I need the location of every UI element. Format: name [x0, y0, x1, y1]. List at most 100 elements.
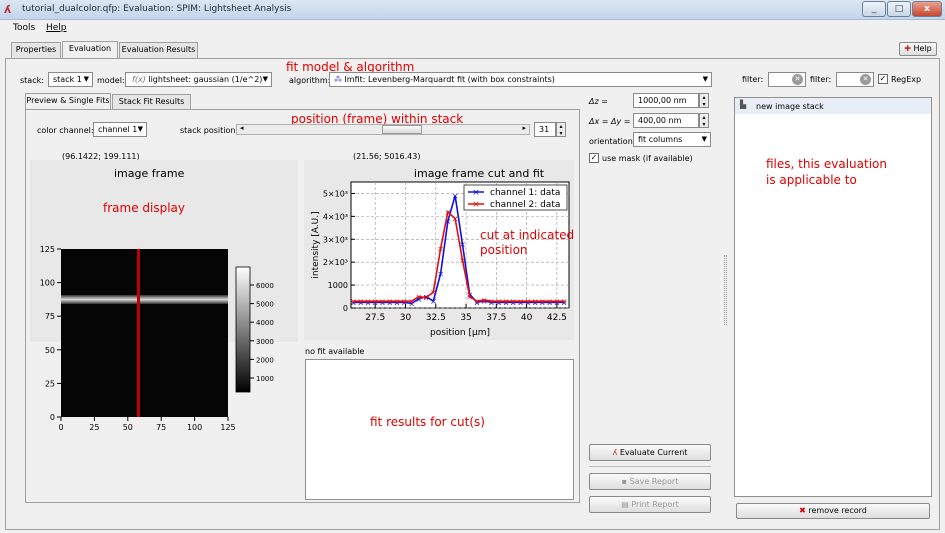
- evaluate-current-label: Evaluate Current: [619, 448, 688, 457]
- chevron-down-icon: ▼: [262, 75, 268, 83]
- data-point-ch2: ×: [524, 297, 531, 306]
- splitter-handle[interactable]: [724, 255, 727, 325]
- data-point-ch2: ×: [401, 297, 408, 306]
- evaluate-icon: ʎ: [612, 448, 618, 457]
- annotation-cut-line1: cut at indicated: [480, 228, 575, 242]
- model-label: model:: [97, 76, 125, 85]
- data-point-ch2: ×: [532, 297, 539, 306]
- algorithm-combo[interactable]: ⁂ lmfit: Levenberg-Marquardt fit (with b…: [329, 72, 712, 87]
- dz-input[interactable]: 1000,00 nm: [633, 93, 699, 108]
- data-point-ch2: ×: [437, 244, 444, 253]
- stack-label: stack:: [20, 76, 44, 85]
- colorbar-tick-label: 3000: [256, 338, 274, 346]
- image-y-tick-label: 50: [45, 346, 55, 355]
- dxy-spinner[interactable]: ▴ ▾: [699, 113, 709, 128]
- app-icon: ʎ: [4, 3, 12, 16]
- cut-chart[interactable]: image frame cut and fit × × × × × × × × ×× ××××××…: [304, 160, 574, 340]
- dz-label: Δz =: [589, 97, 608, 106]
- print-report-button[interactable]: ▤ Print Report: [589, 496, 711, 513]
- image-x-tick-label: 75: [156, 423, 166, 432]
- stack-combo[interactable]: stack 1 ▼: [48, 72, 93, 87]
- clear-filter-icon[interactable]: ✕: [792, 74, 803, 85]
- x-tick-label: 37.5: [486, 313, 506, 323]
- tab-stack-fit-results[interactable]: Stack Fit Results: [112, 94, 191, 109]
- menu-help[interactable]: Help: [46, 23, 67, 33]
- image-y-tick-label: 75: [45, 312, 55, 321]
- data-point-ch2: ×: [430, 288, 437, 297]
- legend-marker-ch2: ×: [472, 200, 480, 210]
- clear-filter-icon[interactable]: ✕: [860, 74, 871, 85]
- save-report-button[interactable]: ▪ Save Report: [589, 473, 711, 490]
- filter1-input[interactable]: ✕: [768, 72, 806, 87]
- image-x-tick-label: 50: [123, 423, 133, 432]
- data-point-ch2: ×: [517, 297, 524, 306]
- image-frame-plot[interactable]: 125 100 75 50 25 0 0 25 50 75 100 125 6000 5000 4000…: [30, 235, 275, 435]
- evaluate-current-button[interactable]: ʎ Evaluate Current: [589, 444, 711, 461]
- orientation-label: orientation:: [589, 137, 636, 146]
- data-point-ch2: ×: [539, 297, 546, 306]
- stack-icon: ▙: [740, 100, 747, 109]
- use-mask-checkbox[interactable]: ✓: [589, 153, 599, 163]
- cut-position-marker[interactable]: [137, 249, 140, 417]
- save-report-label: Save Report: [629, 477, 679, 486]
- x-axis-label: position [µm]: [430, 328, 490, 338]
- minimize-button[interactable]: _: [862, 1, 886, 17]
- data-point-ch2: ×: [394, 297, 401, 306]
- tab-evaluation[interactable]: Evaluation: [62, 41, 118, 58]
- maximize-button[interactable]: □: [887, 1, 911, 17]
- remove-record-button[interactable]: ✖ remove record: [736, 503, 930, 519]
- algorithm-label: algorithm:: [289, 76, 331, 85]
- dz-spinner[interactable]: ▴ ▾: [699, 93, 709, 108]
- data-point-ch2: ×: [481, 296, 488, 305]
- image-y-tick-label: 125: [40, 245, 55, 254]
- image-heatmap[interactable]: [61, 249, 228, 417]
- stack-position-input[interactable]: 31: [534, 122, 556, 137]
- data-point-ch1: ×: [437, 270, 444, 279]
- data-point-ch2: ×: [503, 297, 510, 306]
- model-value: lightsheet: gaussian (1/e^2): [148, 75, 263, 84]
- orientation-combo[interactable]: fit columns ▼: [633, 132, 711, 147]
- legend: × channel 1: data × channel 2: data: [463, 184, 568, 211]
- x-tick-label: 35: [460, 313, 471, 323]
- colorbar-tick-label: 2000: [256, 356, 274, 364]
- remove-icon: ✖: [799, 506, 806, 515]
- color-channel-label: color channel:: [37, 126, 94, 135]
- image-x-axis: 0 25 50 75 100 125: [58, 417, 236, 432]
- model-combo[interactable]: f(x) lightsheet: gaussian (1/e^2) ▼: [125, 72, 272, 87]
- data-point-ch2: ×: [546, 297, 553, 306]
- tab-properties[interactable]: Properties: [11, 42, 61, 58]
- data-point-ch1: ×: [452, 192, 459, 201]
- data-point-ch2: ×: [459, 256, 466, 265]
- annotation-fit-results: fit results for cut(s): [370, 415, 485, 429]
- image-y-tick-label: 25: [45, 379, 55, 388]
- stack-position-slider[interactable]: ◂ ▸: [236, 124, 530, 135]
- y-axis-label: intensity [A.U.]: [311, 211, 321, 278]
- slider-right-arrow-icon[interactable]: ▸: [522, 124, 526, 132]
- slider-handle[interactable]: [382, 125, 422, 134]
- tab-evaluation-results[interactable]: Evaluation Results: [119, 42, 198, 58]
- tab-preview-single-fits[interactable]: Preview & Single Fits: [25, 93, 111, 109]
- color-channel-combo[interactable]: channel 1 ▼: [93, 122, 147, 137]
- print-report-label: Print Report: [631, 500, 679, 509]
- algorithm-value: lmfit: Levenberg-Marquardt fit (with box…: [344, 75, 555, 84]
- menu-tools[interactable]: Tools: [13, 23, 35, 33]
- dxy-input[interactable]: 400,00 nm: [633, 113, 699, 128]
- legend-label-ch2: channel 2: data: [490, 200, 560, 210]
- slider-left-arrow-icon[interactable]: ◂: [240, 124, 244, 132]
- regexp-checkbox[interactable]: ✓: [878, 74, 888, 84]
- image-frame-title: image frame: [114, 167, 185, 180]
- help-button[interactable]: ✚ Help: [899, 42, 937, 56]
- filter2-input[interactable]: ✕: [836, 72, 874, 87]
- annotation-cut-line2: position: [480, 243, 528, 257]
- filter2-label: filter:: [810, 75, 832, 84]
- image-y-axis: 125 100 75 50 25 0: [40, 245, 61, 422]
- close-button[interactable]: x: [912, 1, 942, 17]
- y-tick-label: 3×10³: [323, 235, 348, 244]
- y-tick-label: 1000: [328, 281, 348, 290]
- data-point-ch2: ×: [386, 297, 393, 306]
- help-label: Help: [913, 44, 932, 53]
- window-title: tutorial_dualcolor.qfp: Evaluation: SPIM…: [22, 4, 292, 14]
- y-tick-label: 5×10³: [323, 189, 348, 198]
- data-point-ch2: ×: [466, 293, 473, 302]
- stack-position-spinner[interactable]: ▴ ▾: [556, 122, 566, 137]
